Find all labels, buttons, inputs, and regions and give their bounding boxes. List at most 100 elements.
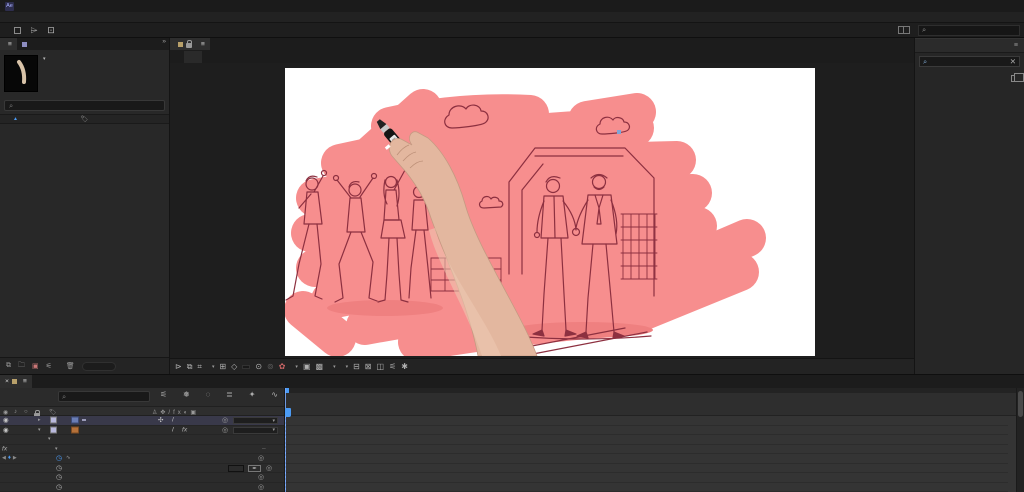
track-write-on[interactable] bbox=[285, 445, 1008, 454]
fx-switch[interactable]: fx bbox=[182, 426, 187, 433]
preview-caret-icon[interactable]: ▾ bbox=[43, 56, 46, 62]
timeline-button-icon[interactable]: ◫ bbox=[377, 362, 385, 371]
effects-presets-header[interactable]: ≡ bbox=[915, 38, 1024, 53]
magnification-caret-icon[interactable]: ▾ bbox=[212, 364, 215, 370]
timeline-tab-comp1[interactable]: × ≡ bbox=[0, 375, 32, 388]
parent-pickwhip-icon[interactable]: ◎ bbox=[222, 416, 228, 424]
brush-position-row[interactable]: ◀ ♦ ▶ ◷ ∿ ◎ bbox=[0, 454, 284, 464]
eyedropper-icon[interactable]: ✒ bbox=[248, 464, 261, 472]
camera-caret-icon[interactable]: ▾ bbox=[333, 364, 336, 370]
timeline-search-box[interactable]: ⌕ bbox=[58, 391, 150, 402]
collapse-transformations-icon[interactable]: ✣ bbox=[158, 416, 164, 424]
column-label-icon[interactable]: 🏷 bbox=[78, 115, 91, 123]
frame-blending-icon[interactable]: ≣ bbox=[226, 390, 233, 399]
new-composition-icon[interactable]: ▣ bbox=[32, 362, 39, 370]
velocity-graph-icon[interactable]: ∿ bbox=[66, 455, 71, 461]
share-frame-icon[interactable]: ⌗ bbox=[197, 362, 202, 372]
hide-shy-layers-icon[interactable]: ◌ bbox=[206, 390, 211, 399]
brush-hardness-row[interactable]: ◷ ◎ bbox=[0, 483, 284, 492]
track-brush-position-keyframes[interactable] bbox=[285, 454, 1008, 464]
effects-presets-search-input[interactable] bbox=[930, 57, 1007, 66]
snapping-toggle[interactable]: ⌲ ⊡ bbox=[14, 23, 58, 37]
panel-menu-icon[interactable]: ≡ bbox=[23, 378, 27, 385]
new-folder-icon[interactable]: 🗀 bbox=[18, 361, 25, 372]
panel-menu-icon[interactable]: ≡ bbox=[201, 41, 205, 48]
fast-previews-icon[interactable]: ⊠ bbox=[365, 362, 372, 371]
sort-arrow-icon[interactable]: ▲ bbox=[13, 116, 18, 122]
track-brush-hardness[interactable] bbox=[285, 483, 1008, 492]
color-row[interactable]: ◷ ✒ ◎ bbox=[0, 464, 284, 473]
viewer-timecode[interactable] bbox=[242, 364, 251, 369]
toggle-mask-icon[interactable]: ◇ bbox=[231, 362, 237, 371]
tab-composition[interactable]: ≡ bbox=[170, 38, 210, 50]
effects-presets-search[interactable]: ⌕ ✕ bbox=[919, 56, 1020, 67]
layer-row-1[interactable]: ◉ ▸ ✣ / ◎ ▾ bbox=[0, 416, 284, 426]
scrollbar-thumb[interactable] bbox=[1018, 391, 1023, 417]
property-pickwhip-icon[interactable]: ◎ bbox=[258, 473, 264, 481]
snapping-checkbox[interactable] bbox=[14, 26, 21, 34]
collapse-caret-icon[interactable]: ▾ bbox=[55, 446, 58, 452]
composition-flowchart-icon[interactable]: ⚟ bbox=[160, 390, 167, 399]
timeline-scrollbar[interactable] bbox=[1016, 388, 1024, 492]
pixel-aspect-icon[interactable]: ⊟ bbox=[353, 362, 360, 371]
search-help-box[interactable]: ⌕ bbox=[918, 24, 1020, 36]
reset-exposure-icon[interactable]: ✱ bbox=[401, 362, 408, 371]
region-of-interest-icon[interactable]: ▣ bbox=[303, 362, 311, 371]
parent-dropdown[interactable]: ▾ bbox=[233, 426, 278, 434]
snap-to-edges-icon[interactable]: ⌲ bbox=[27, 23, 41, 37]
comp-viewer-tab[interactable] bbox=[184, 51, 202, 63]
panel-overflow-chevron[interactable]: » bbox=[159, 38, 169, 50]
layer-label-swatch[interactable] bbox=[50, 426, 57, 434]
motion-blur-icon[interactable]: ✦ bbox=[249, 390, 256, 399]
layer-visibility-icon[interactable]: ◉ bbox=[3, 416, 9, 424]
time-ruler[interactable] bbox=[285, 388, 1016, 416]
layer-name[interactable] bbox=[82, 419, 86, 422]
track-effects[interactable] bbox=[285, 435, 1008, 445]
add-keyframe-icon[interactable]: ♦ bbox=[8, 455, 11, 461]
expand-caret-icon[interactable]: ▸ bbox=[38, 417, 41, 423]
layer-label-swatch[interactable] bbox=[50, 416, 57, 424]
stopwatch-icon[interactable]: ◷ bbox=[56, 483, 62, 491]
show-snapshot-icon[interactable]: ⊚ bbox=[267, 362, 274, 371]
snap-to-features-icon[interactable]: ⊡ bbox=[44, 23, 58, 37]
search-help-input[interactable] bbox=[929, 25, 1016, 35]
parent-pickwhip-icon[interactable]: ◎ bbox=[222, 426, 228, 434]
view-layout-caret-icon[interactable]: ▾ bbox=[346, 364, 349, 370]
interpret-footage-icon[interactable]: ⧉ bbox=[6, 362, 11, 370]
stopwatch-icon[interactable]: ◷ bbox=[56, 473, 62, 481]
playhead-handle[interactable] bbox=[285, 408, 291, 417]
composition-viewer[interactable] bbox=[170, 63, 914, 358]
track-color[interactable] bbox=[285, 464, 1008, 473]
workspace-layout-icon[interactable] bbox=[898, 26, 910, 34]
effect-point-marker[interactable] bbox=[617, 130, 621, 134]
parent-dropdown[interactable]: ▾ bbox=[233, 417, 278, 425]
brush-size-row[interactable]: ◷ ◎ bbox=[0, 473, 284, 483]
flowchart-button-icon[interactable]: ⚟ bbox=[389, 362, 396, 371]
property-pickwhip-icon[interactable]: ◎ bbox=[258, 483, 264, 491]
track-brush-size[interactable] bbox=[285, 473, 1008, 483]
layer-visibility-icon[interactable]: ◉ bbox=[3, 426, 9, 434]
panel-menu-icon[interactable]: ≡ bbox=[8, 41, 12, 48]
clear-search-icon[interactable]: ✕ bbox=[1010, 57, 1016, 66]
always-preview-icon[interactable]: ⊳ bbox=[175, 362, 182, 371]
grid-guides-icon[interactable]: ⊞ bbox=[219, 362, 226, 371]
graph-editor-icon[interactable]: ∿ bbox=[271, 390, 278, 399]
main-viewer-icon[interactable]: ⧉ bbox=[187, 362, 193, 372]
panel-menu-icon[interactable]: ≡ bbox=[1014, 42, 1018, 49]
project-search-box[interactable]: ⌕ bbox=[4, 100, 165, 111]
tab-project[interactable]: ≡ bbox=[0, 38, 17, 50]
new-animation-preset-icon[interactable] bbox=[1011, 73, 1024, 82]
effects-group-row[interactable]: ▾ bbox=[0, 435, 284, 445]
timeline-track-area[interactable] bbox=[285, 388, 1016, 492]
lock-icon[interactable] bbox=[186, 40, 192, 48]
quality-icon[interactable]: / bbox=[172, 426, 174, 433]
delete-item-icon[interactable]: 🗑 bbox=[66, 362, 75, 370]
resolution-caret-icon[interactable]: ▾ bbox=[295, 364, 298, 370]
project-flowchart-icon[interactable]: ⚟ bbox=[46, 362, 52, 370]
composition-canvas[interactable] bbox=[284, 68, 815, 358]
stopwatch-icon[interactable]: ◷ bbox=[56, 464, 62, 472]
track-layer-1[interactable] bbox=[285, 416, 1008, 426]
track-layer-2[interactable] bbox=[285, 426, 1008, 435]
property-pickwhip-icon[interactable]: ◎ bbox=[258, 454, 264, 462]
tab-effect-controls[interactable] bbox=[17, 38, 35, 50]
